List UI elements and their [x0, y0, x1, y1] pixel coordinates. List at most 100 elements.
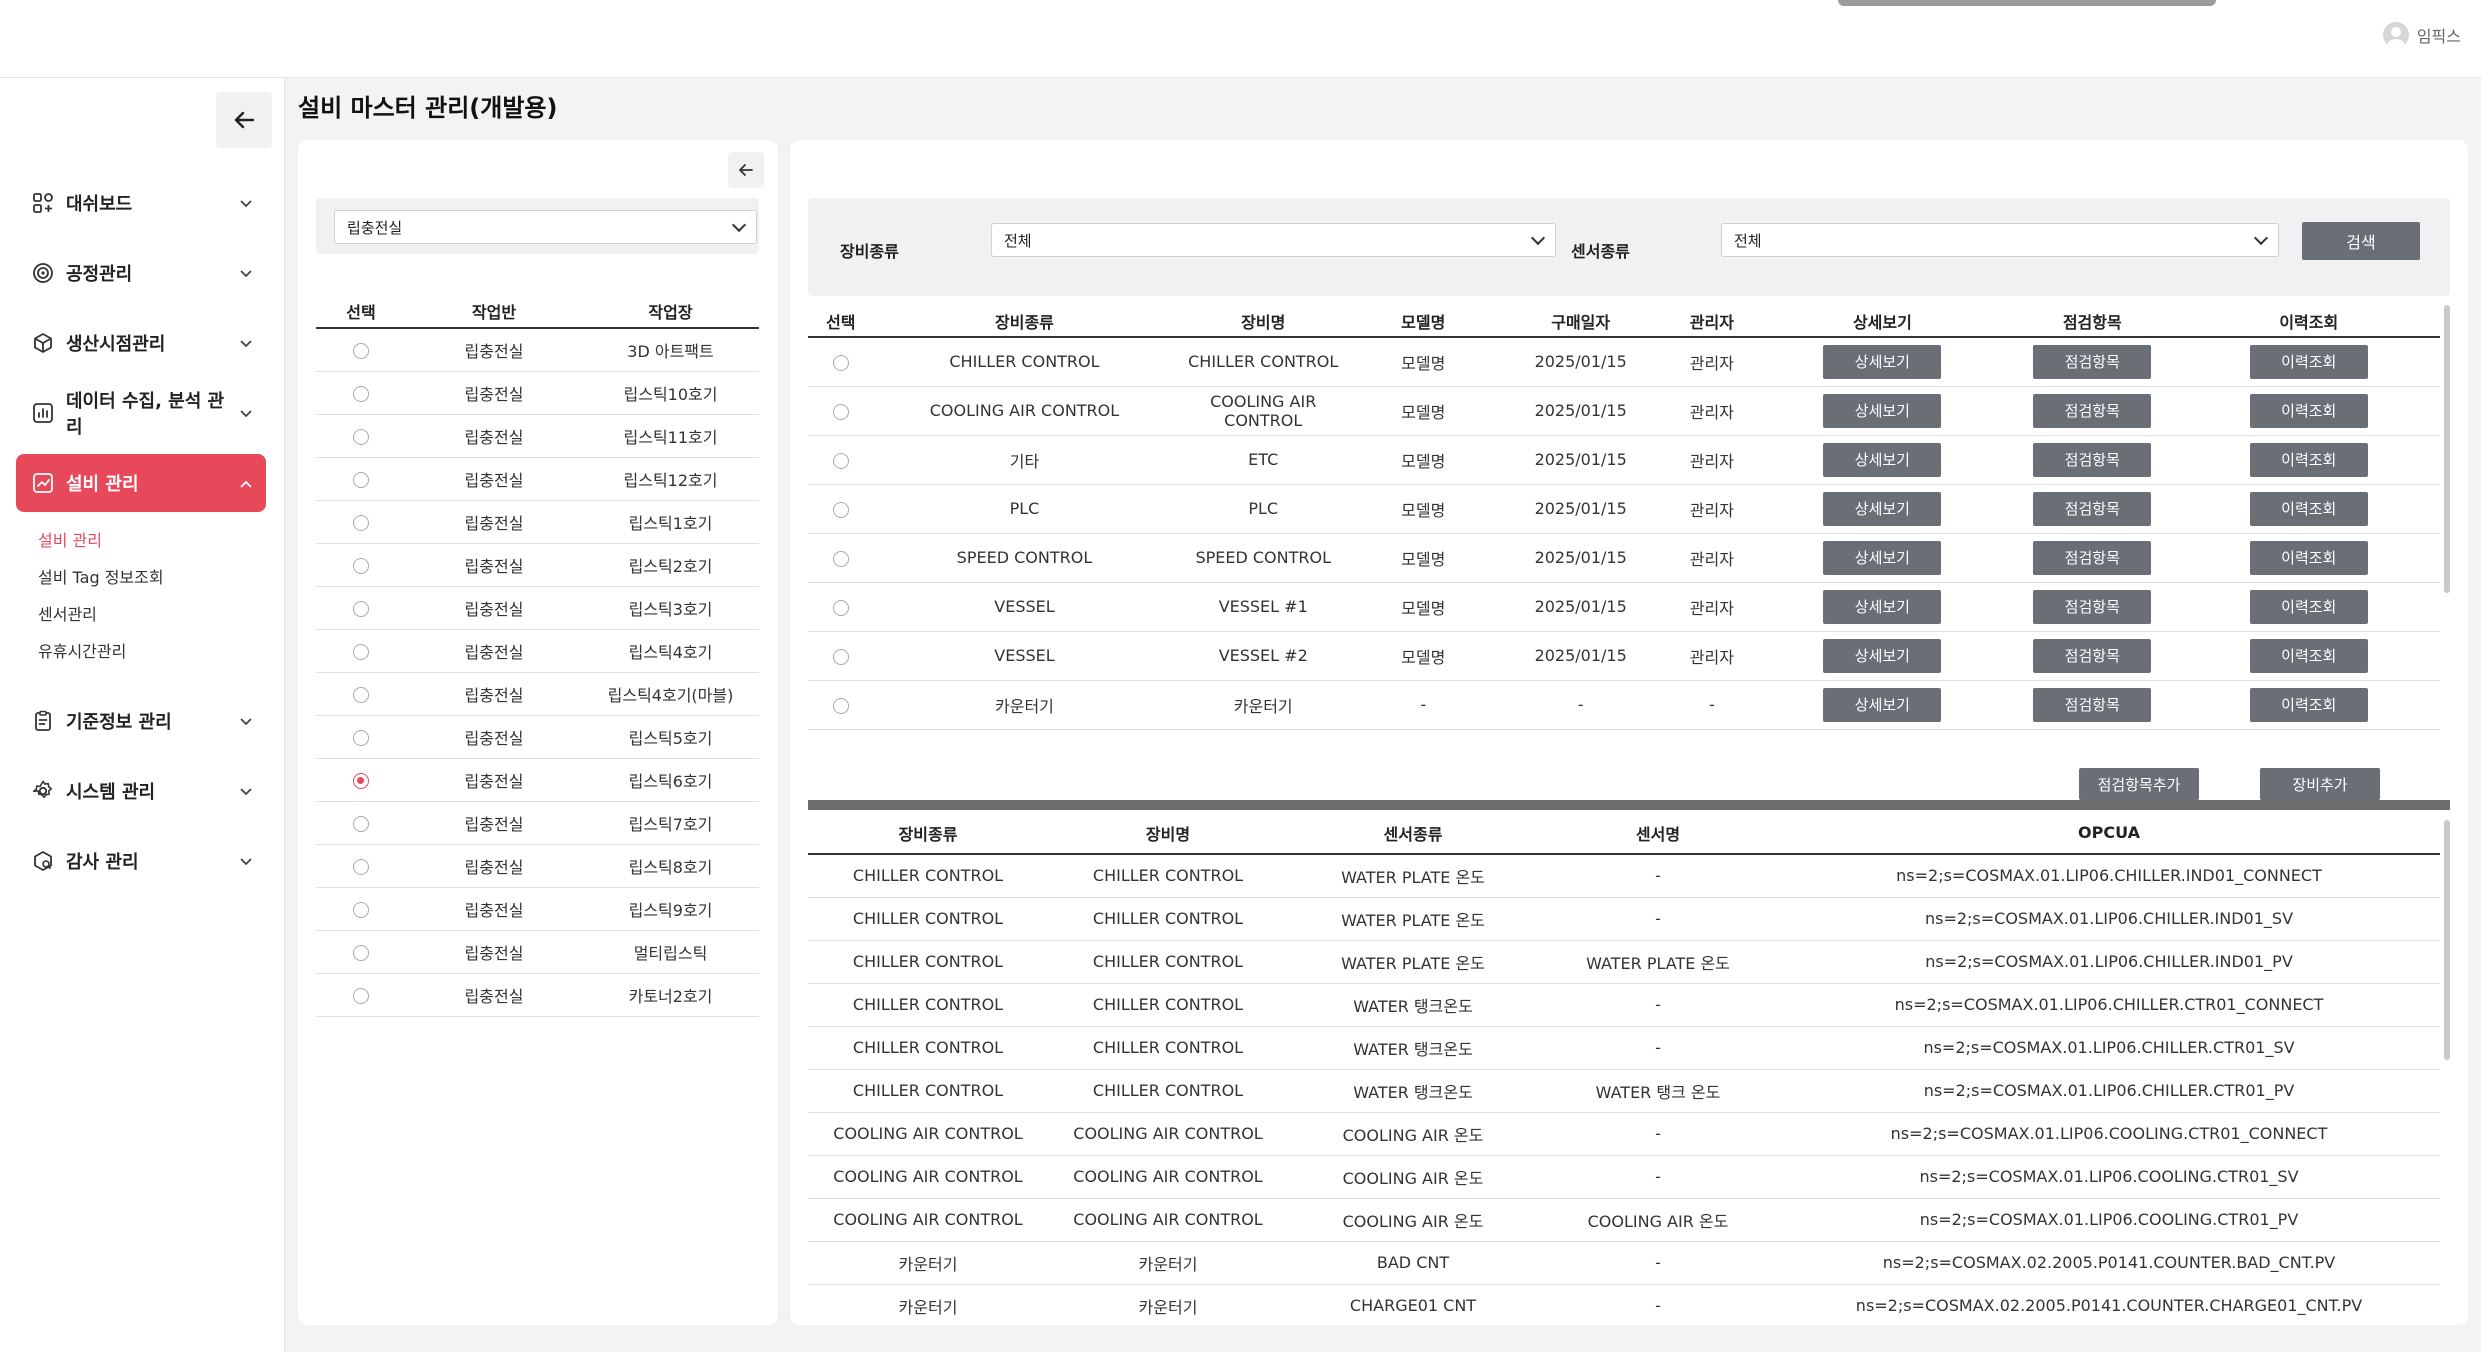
table-row[interactable]: 립충전실 립스틱9호기	[316, 887, 759, 931]
table-row[interactable]: CHILLER CONTROL CHILLER CONTROL WATER 탱크온도…	[808, 983, 2440, 1027]
history-button[interactable]: 이력조회	[2249, 491, 2368, 526]
equip-type-select[interactable]: 전체	[991, 223, 1556, 257]
row-radio[interactable]	[353, 772, 369, 789]
chevron-down-icon[interactable]	[240, 334, 252, 352]
inspection-button[interactable]: 점검항목	[2033, 491, 2152, 526]
chevron-down-icon[interactable]	[240, 782, 252, 800]
table-row[interactable]: 카운터기 카운터기 - - - 상세보기 점검항목 이력조회	[808, 680, 2440, 730]
row-radio[interactable]	[353, 514, 369, 531]
table-row[interactable]: CHILLER CONTROL CHILLER CONTROL WATER PLAT…	[808, 897, 2440, 941]
row-radio[interactable]	[353, 815, 369, 832]
add-equipment-button[interactable]: 장비추가	[2260, 768, 2380, 800]
history-button[interactable]: 이력조회	[2249, 393, 2368, 428]
table-row[interactable]: 립충전실 립스틱5호기	[316, 715, 759, 759]
table-row[interactable]: 립충전실 카토너2호기	[316, 973, 759, 1017]
workgroup-select[interactable]: 립충전실	[334, 210, 757, 244]
table-row[interactable]: 립충전실 립스틱3호기	[316, 586, 759, 630]
row-radio[interactable]	[353, 686, 369, 703]
chevron-down-icon[interactable]	[240, 194, 252, 212]
chevron-up-icon[interactable]	[240, 474, 252, 492]
sidebar-item[interactable]: 설비 관리	[16, 454, 266, 512]
chevron-down-icon[interactable]	[240, 712, 252, 730]
row-radio[interactable]	[353, 600, 369, 617]
row-radio[interactable]	[353, 901, 369, 918]
row-radio[interactable]	[353, 385, 369, 402]
table-row[interactable]: CHILLER CONTROL CHILLER CONTROL WATER PLAT…	[808, 854, 2440, 898]
row-radio[interactable]	[353, 471, 369, 488]
detail-button[interactable]: 상세보기	[1823, 491, 1942, 526]
inspection-button[interactable]: 점검항목	[2033, 344, 2152, 379]
inspection-button[interactable]: 점검항목	[2033, 540, 2152, 575]
table-row[interactable]: COOLING AIR CONTROL COOLING AIR CONTROL CO…	[808, 1198, 2440, 1242]
table-row[interactable]: 립충전실 립스틱2호기	[316, 543, 759, 587]
sidebar-item[interactable]: 데이터 수집, 분석 관리	[16, 384, 266, 442]
table-row[interactable]: CHILLER CONTROL CHILLER CONTROL WATER 탱크온도…	[808, 1069, 2440, 1113]
sidebar-item[interactable]: 시스템 관리	[16, 762, 266, 820]
row-radio[interactable]	[353, 858, 369, 875]
table-row[interactable]: COOLING AIR CONTROL COOLING AIR CONTROL CO…	[808, 1112, 2440, 1156]
row-radio[interactable]	[353, 342, 369, 359]
row-radio[interactable]	[832, 452, 849, 469]
table-row[interactable]: CHILLER CONTROL CHILLER CONTROL WATER PLAT…	[808, 940, 2440, 984]
table-row[interactable]: 기타 ETC 모델명 2025/01/15 관리자 상세보기 점검항목 이력조회	[808, 435, 2440, 485]
panel-collapse-button[interactable]	[728, 152, 764, 188]
chevron-down-icon[interactable]	[240, 404, 252, 422]
detail-button[interactable]: 상세보기	[1823, 344, 1942, 379]
inspection-button[interactable]: 점검항목	[2033, 393, 2152, 428]
table-row[interactable]: 립충전실 립스틱1호기	[316, 500, 759, 544]
equipment-table-scrollbar[interactable]	[2444, 305, 2450, 593]
table-row[interactable]: 립충전실 립스틱7호기	[316, 801, 759, 845]
submenu-item[interactable]: 유휴시간관리	[38, 633, 266, 670]
table-row[interactable]: 립충전실 립스틱11호기	[316, 414, 759, 458]
table-row[interactable]: 립충전실 립스틱10호기	[316, 371, 759, 415]
row-radio[interactable]	[353, 428, 369, 445]
inspection-button[interactable]: 점검항목	[2033, 589, 2152, 624]
sidebar-item[interactable]: 생산시점관리	[16, 314, 266, 372]
submenu-item[interactable]: 설비 관리	[38, 522, 266, 559]
table-row[interactable]: 립충전실 립스틱8호기	[316, 844, 759, 888]
row-radio[interactable]	[832, 501, 849, 518]
table-row[interactable]: SPEED CONTROL SPEED CONTROL 모델명 2025/01/15 관…	[808, 533, 2440, 583]
add-inspection-button[interactable]: 점검항목추가	[2079, 768, 2199, 800]
detail-button[interactable]: 상세보기	[1823, 540, 1942, 575]
detail-button[interactable]: 상세보기	[1823, 589, 1942, 624]
row-radio[interactable]	[832, 599, 849, 616]
inspection-button[interactable]: 점검항목	[2033, 638, 2152, 673]
row-radio[interactable]	[353, 944, 369, 961]
sidebar-item[interactable]: 기준정보 관리	[16, 692, 266, 750]
table-row[interactable]: 립충전실 립스틱4호기(마블)	[316, 672, 759, 716]
row-radio[interactable]	[353, 987, 369, 1004]
row-radio[interactable]	[832, 403, 849, 420]
chevron-down-icon[interactable]	[240, 264, 252, 282]
table-row[interactable]: PLC PLC 모델명 2025/01/15 관리자 상세보기 점검항목 이력조회	[808, 484, 2440, 534]
history-button[interactable]: 이력조회	[2249, 540, 2368, 575]
detail-button[interactable]: 상세보기	[1823, 393, 1942, 428]
table-row[interactable]: 립충전실 립스틱4호기	[316, 629, 759, 673]
table-row[interactable]: CHILLER CONTROL CHILLER CONTROL 모델명 2025/01…	[808, 337, 2440, 387]
sidebar-collapse-button[interactable]	[216, 92, 272, 148]
sidebar-item[interactable]: 대쉬보드	[16, 174, 266, 232]
history-button[interactable]: 이력조회	[2249, 442, 2368, 477]
table-row[interactable]: 카운터기 카운터기 BAD CNT - ns=2;s=COSMAX.02.2005.P0…	[808, 1241, 2440, 1285]
detail-button[interactable]: 상세보기	[1823, 442, 1942, 477]
table-row[interactable]: COOLING AIR CONTROL COOLING AIR CONTROL 모델…	[808, 386, 2440, 436]
table-row[interactable]: 립충전실 립스틱6호기	[316, 758, 759, 802]
user-menu[interactable]: 임픽스	[2382, 22, 2461, 48]
table-row[interactable]: COOLING AIR CONTROL COOLING AIR CONTROL CO…	[808, 1155, 2440, 1199]
search-button[interactable]: 검색	[2302, 222, 2420, 260]
table-row[interactable]: 립충전실 멀티립스틱	[316, 930, 759, 974]
history-button[interactable]: 이력조회	[2249, 344, 2368, 379]
row-radio[interactable]	[832, 550, 849, 567]
sidebar-item[interactable]: 감사 관리	[16, 832, 266, 890]
submenu-item[interactable]: 설비 Tag 정보조회	[38, 559, 266, 596]
row-radio[interactable]	[353, 729, 369, 746]
sensor-type-select[interactable]: 전체	[1721, 223, 2279, 257]
chevron-down-icon[interactable]	[240, 852, 252, 870]
history-button[interactable]: 이력조회	[2249, 687, 2368, 722]
history-button[interactable]: 이력조회	[2249, 589, 2368, 624]
inspection-button[interactable]: 점검항목	[2033, 442, 2152, 477]
history-button[interactable]: 이력조회	[2249, 638, 2368, 673]
table-row[interactable]: VESSEL VESSEL #2 모델명 2025/01/15 관리자 상세보기 점검항목 이…	[808, 631, 2440, 681]
sensor-table-scrollbar[interactable]	[2444, 820, 2450, 1060]
row-radio[interactable]	[353, 557, 369, 574]
